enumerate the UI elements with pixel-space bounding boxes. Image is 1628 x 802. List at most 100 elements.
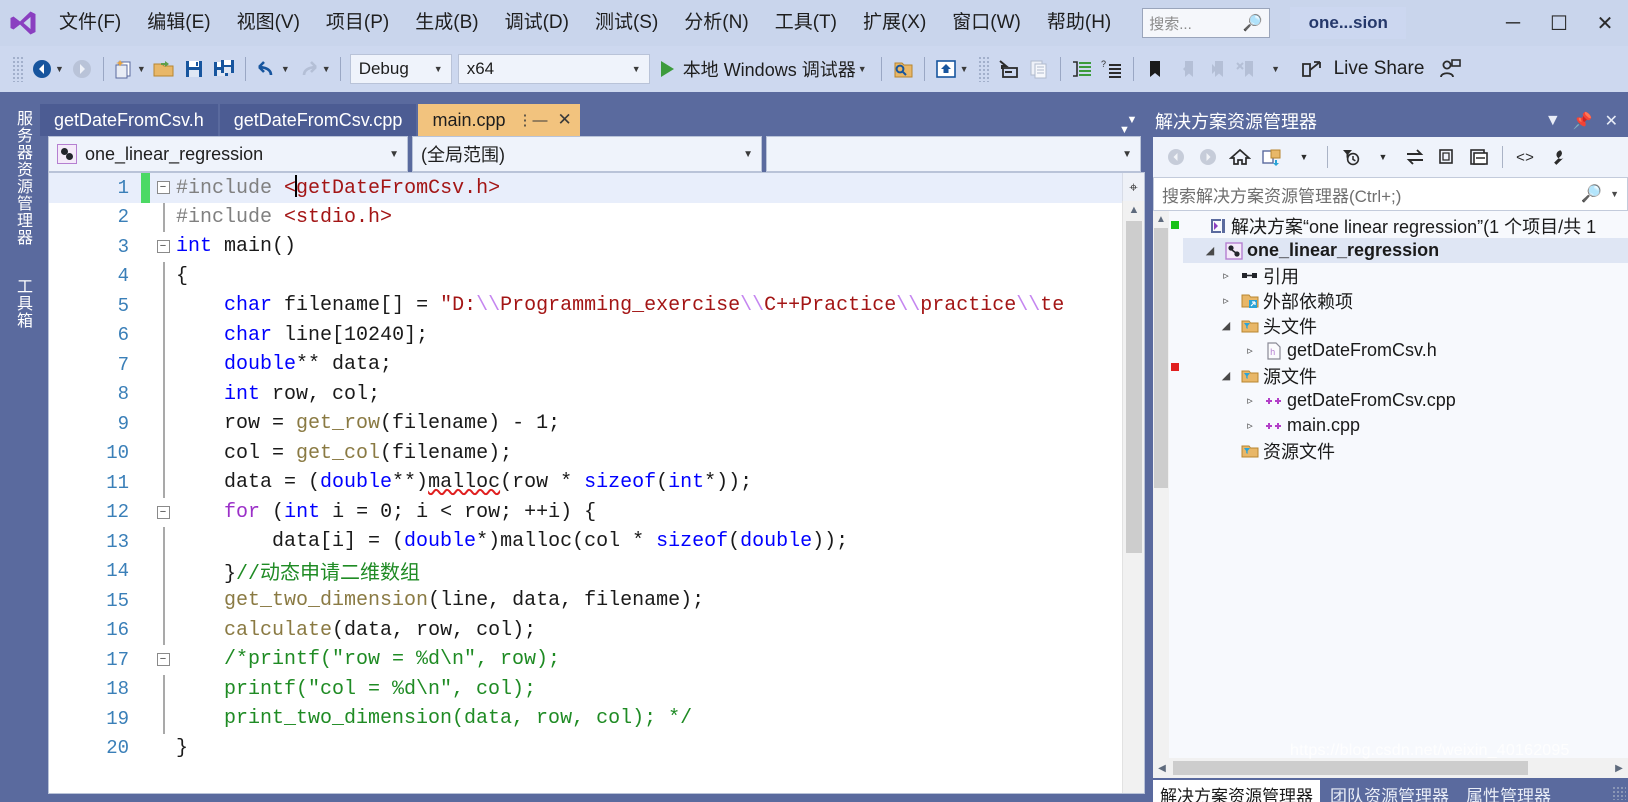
expander-icon[interactable]: ◢	[1199, 244, 1221, 257]
menu-item-file[interactable]: 文件(F)	[46, 0, 134, 46]
menu-item-analyze[interactable]: 分析(N)	[671, 0, 761, 46]
tree-item-references[interactable]: ▹ 引用	[1183, 263, 1628, 288]
menu-item-tools[interactable]: 工具(T)	[762, 0, 850, 46]
tree-hscroll-thumb[interactable]	[1173, 761, 1528, 775]
save-all-button[interactable]	[209, 52, 239, 86]
editor-overflow-caret-icon[interactable]: ▼	[1119, 124, 1130, 136]
code-line[interactable]: 1 − #include <getDateFromCsv.h>	[49, 173, 1122, 203]
menu-item-debug[interactable]: 调试(D)	[492, 0, 582, 46]
collapse-all-button[interactable]	[1464, 142, 1494, 172]
code-line[interactable]: 11 data = (double**)malloc(row * sizeof(…	[49, 468, 1122, 498]
sync-with-active-document-button[interactable]	[1400, 142, 1430, 172]
forward-button[interactable]	[1193, 142, 1223, 172]
start-debugging-button[interactable]: 本地 Windows 调试器 ▼	[653, 52, 875, 86]
fold-toggle[interactable]: −	[150, 240, 176, 254]
minimize-button[interactable]: ─	[1490, 0, 1536, 46]
navigate-backward-button[interactable]: ▼	[28, 52, 67, 86]
refresh-button[interactable]	[1432, 142, 1462, 172]
tree-scroll-thumb[interactable]	[1154, 228, 1168, 488]
toolbar-grip-handle-2[interactable]	[977, 56, 990, 82]
fold-toggle[interactable]: −	[150, 653, 176, 667]
navbar-project-combo[interactable]: one_linear_regression ▼	[48, 136, 408, 172]
code-line[interactable]: 10 col = get_col(filename);	[49, 438, 1122, 468]
tree-item-project[interactable]: ◢ one_linear_regression	[1183, 238, 1628, 263]
chevron-down-icon[interactable]: ▼	[1368, 142, 1398, 172]
tree-item-header-files-folder[interactable]: ◢ 头文件	[1183, 313, 1628, 338]
quick-launch-search[interactable]: 搜索... 🔍	[1142, 8, 1271, 38]
live-share-button[interactable]: Live Share	[1290, 58, 1435, 80]
expander-icon[interactable]: ▹	[1239, 394, 1261, 407]
tree-item-getdatefromcsv-h[interactable]: ▹ h getDateFromCsv.h	[1183, 338, 1628, 363]
comment-lines-button[interactable]	[1067, 52, 1097, 86]
scroll-right-arrow-icon[interactable]: ▶	[1610, 763, 1628, 774]
expander-icon[interactable]: ◢	[1215, 319, 1237, 332]
toggle-bookmark-button[interactable]	[1140, 52, 1170, 86]
code-line[interactable]: 2 #include <stdio.h>	[49, 202, 1122, 232]
code-line[interactable]: 8 int row, col;	[49, 379, 1122, 409]
code-editor[interactable]: ⌖ ▲ 1 − #include <getDateFromCsv.h> 2 #i…	[48, 172, 1145, 794]
tree-item-external-dependencies[interactable]: ▹ 外部依赖项	[1183, 288, 1628, 313]
sidebar-tab-server-explorer[interactable]: 服务器资源管理器	[6, 102, 34, 254]
copy-item-button[interactable]	[1024, 52, 1054, 86]
code-line[interactable]: 12 − for (int i = 0; i < row; ++i) {	[49, 498, 1122, 528]
expander-icon[interactable]: ▹	[1215, 269, 1237, 282]
menu-item-project[interactable]: 项目(P)	[313, 0, 402, 46]
navigate-forward-button[interactable]	[67, 52, 97, 86]
editor-tab-main-cpp[interactable]: main.cpp ⋮— ✕	[418, 104, 580, 136]
tree-horizontal-scrollbar[interactable]: ◀ ▶	[1153, 758, 1628, 778]
undo-button[interactable]: ▼	[252, 52, 293, 86]
scroll-left-arrow-icon[interactable]: ◀	[1153, 763, 1171, 774]
code-line[interactable]: 17 − /*printf("row = %d\n", row);	[49, 645, 1122, 675]
tab-solution-explorer[interactable]: 解决方案资源管理器	[1153, 780, 1320, 802]
chevron-down-icon[interactable]: ▼	[1610, 189, 1619, 199]
toolbar-grip-handle[interactable]	[12, 56, 24, 82]
tree-vertical-scrollbar[interactable]: ▲	[1153, 211, 1169, 758]
previous-bookmark-button[interactable]	[1170, 52, 1200, 86]
back-button[interactable]	[1161, 142, 1191, 172]
menu-item-extensions[interactable]: 扩展(X)	[850, 0, 939, 46]
expander-icon[interactable]: ▹	[1215, 294, 1237, 307]
code-line[interactable]: 20 }	[49, 734, 1122, 764]
menu-item-edit[interactable]: 编辑(E)	[134, 0, 223, 46]
solution-platform-combo[interactable]: x64 ▼	[457, 54, 650, 84]
tree-item-main-cpp[interactable]: ▹ main.cpp	[1183, 413, 1628, 438]
code-line[interactable]: 3 − int main()	[49, 232, 1122, 262]
code-line[interactable]: 6 char line[10240];	[49, 320, 1122, 350]
close-icon[interactable]: ✕	[558, 110, 572, 130]
solution-configuration-combo[interactable]: Debug ▼	[349, 54, 452, 84]
editor-scroll-thumb[interactable]	[1126, 221, 1142, 553]
toolbar-overflow-button[interactable]: ▼	[1260, 52, 1290, 86]
split-view-button[interactable]: ⌖	[1122, 173, 1144, 201]
tab-team-explorer[interactable]: 团队资源管理器	[1323, 780, 1456, 802]
tree-item-getdatefromcsv-cpp[interactable]: ▹ getDateFromCsv.cpp	[1183, 388, 1628, 413]
code-line[interactable]: 4 {	[49, 261, 1122, 291]
code-line[interactable]: 13 data[i] = (double*)malloc(col * sizeo…	[49, 527, 1122, 557]
account-manager-button[interactable]	[1434, 52, 1466, 86]
maximize-button[interactable]: ☐	[1536, 0, 1582, 46]
clear-bookmarks-button[interactable]	[1230, 52, 1260, 86]
chevron-down-icon[interactable]: ▼	[1289, 142, 1319, 172]
scroll-up-arrow-icon[interactable]: ▲	[1153, 211, 1169, 227]
tree-item-solution[interactable]: 解决方案“one linear regression”(1 个项目/共 1	[1183, 213, 1628, 238]
open-file-button[interactable]	[149, 52, 179, 86]
fold-toggle[interactable]: −	[150, 181, 176, 195]
uncomment-lines-button[interactable]: ?	[1097, 52, 1127, 86]
code-line[interactable]: 9 row = get_row(filename) - 1;	[49, 409, 1122, 439]
pending-changes-filter-button[interactable]	[1336, 142, 1366, 172]
next-bookmark-button[interactable]	[1200, 52, 1230, 86]
window-resize-grip[interactable]	[1612, 786, 1626, 800]
navbar-member-combo[interactable]: ▼	[766, 136, 1141, 172]
code-line[interactable]: 18 printf("col = %d\n", col);	[49, 674, 1122, 704]
save-button[interactable]	[179, 52, 209, 86]
menu-item-view[interactable]: 视图(V)	[224, 0, 313, 46]
solution-home-button[interactable]: ▼	[931, 52, 972, 86]
solution-explorer-search-input[interactable]: 搜索解决方案资源管理器(Ctrl+;) 🔍 ▼	[1153, 177, 1628, 211]
editor-vertical-scrollbar[interactable]: ▲	[1122, 201, 1144, 793]
home-button[interactable]	[1225, 142, 1255, 172]
code-line[interactable]: 16 calculate(data, row, col);	[49, 615, 1122, 645]
new-item-button[interactable]	[994, 52, 1024, 86]
code-line[interactable]: 15 get_two_dimension(line, data, filenam…	[49, 586, 1122, 616]
show-all-files-button[interactable]: <>	[1511, 142, 1541, 172]
menu-item-window[interactable]: 窗口(W)	[939, 0, 1034, 46]
switch-views-button[interactable]	[1257, 142, 1287, 172]
